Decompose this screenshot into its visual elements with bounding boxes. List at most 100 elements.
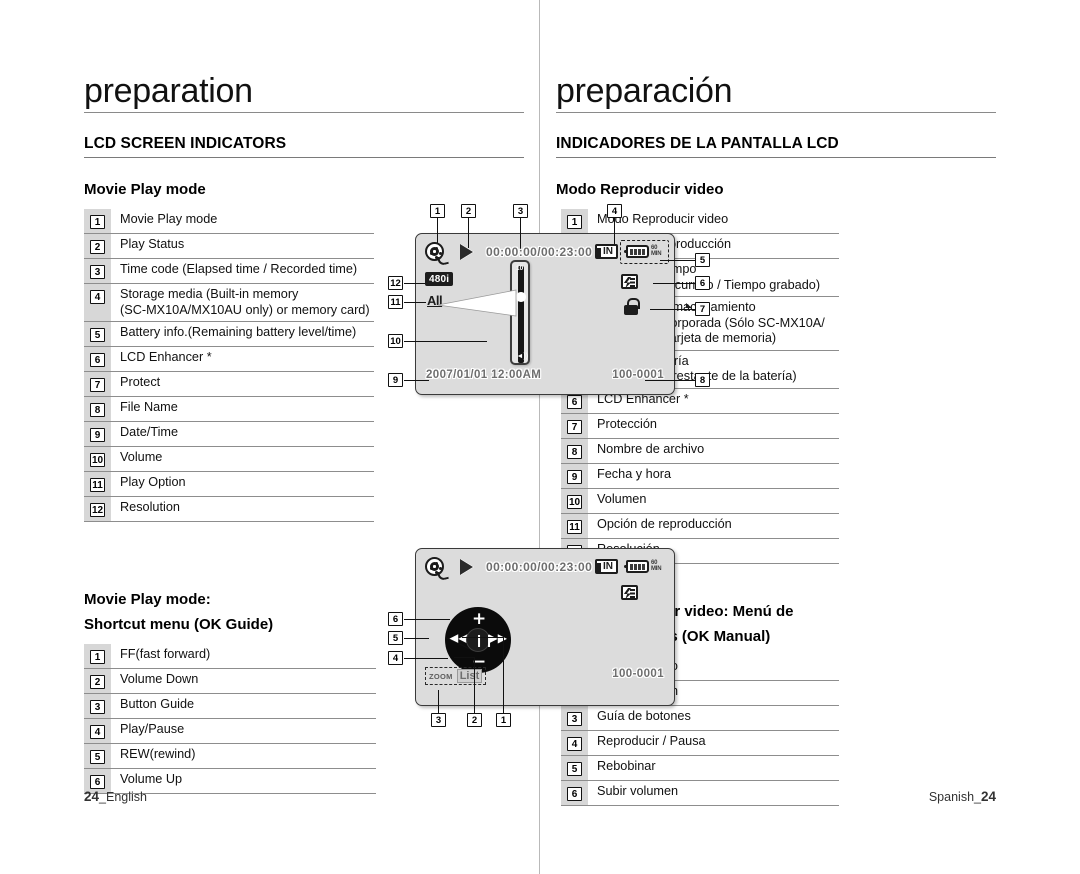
callout-badge-4: 4 [607,204,622,218]
indicator-es-number-badge: 1 [567,215,582,229]
shortcut-en-row: 5 REW(rewind) [84,743,376,769]
lcd-screen-shortcut-menu: 00:00:00/00:23:00 IN 60MIN + − ◀◀ ▶▶ ❙❙ … [415,548,675,706]
indicator-en-row: 5 Battery info.(Remaining battery level/t… [84,321,374,347]
shortcut-en-row: 4 Play/Pause [84,718,376,744]
shortcut-en-label: Volume Down [111,668,376,694]
shortcut-es-number-cell: 5 [561,755,588,781]
shortcut-en-row: 1 FF(fast forward) [84,644,376,669]
indicator-en-number-badge: 8 [90,403,105,417]
battery-minutes-label-2: 60 MIN [651,560,662,572]
manual-page: preparation LCD SCREEN INDICATORS Movie … [0,0,1080,874]
indicator-en-label: Storage media (Built-in memory (SC-MX10A/… [111,283,374,322]
shortcut-es-row: 5 Rebobinar [561,755,839,781]
indicator-en-label: Protect [111,371,374,397]
shortcut-en-label: Volume Up [111,768,376,794]
footer-page-number-english: 24 [84,789,100,804]
shortcut-table-english: 1 FF(fast forward) 2 Volume Down 3 Button Gui… [84,644,376,794]
volume-up-button[interactable]: + [472,611,486,628]
lcd-screen-play-mode: 00:00:00/00:23:00 IN 60MIN 480i All 10 [415,233,692,395]
indicator-en-number-badge: 2 [90,240,105,254]
page-title-spanish: preparación [556,72,733,110]
indicator-en-row: 9 Date/Time [84,421,374,447]
indicator-en-label: Date/Time [111,421,374,447]
indicator-es-number-badge: 11 [567,519,582,534]
indicator-es-row: 8 Nombre de archivo [561,438,839,464]
indicator-es-number-badge: 9 [567,469,582,484]
shortcut-en-label: FF(fast forward) [111,644,376,669]
shortcut-es-number-badge: 4 [567,736,582,751]
shortcut-control-pad[interactable]: + − ◀◀ ▶▶ ❙❙ [445,607,511,673]
indicator-es-label: Nombre de archivo [588,438,839,464]
indicator-en-number-cell: 12 [84,496,111,522]
indicator-en-row: 6 LCD Enhancer * [84,346,374,372]
indicator-es-row: 10 Volumen [561,488,839,514]
section-heading-spanish: INDICADORES DE LA PANTALLA LCD [556,135,839,152]
indicator-en-row: 3 Time code (Elapsed time / Recorded time… [84,258,374,284]
indicator-en-row: 11 Play Option [84,471,374,497]
indicator-en-number-badge: 11 [90,478,105,492]
indicator-en-number-cell: 9 [84,421,111,447]
file-name-text-2: 100-0001 [612,668,664,680]
indicator-en-label: LCD Enhancer * [111,346,374,372]
section-rule-english [84,157,524,158]
shortcut-en-label: Button Guide [111,693,376,719]
indicator-en-label: File Name [111,396,374,422]
indicator-es-number-badge: 7 [567,419,582,434]
indicator-es-number-cell: 1 [561,209,588,234]
sc-callout-badge-5: 5 [388,631,403,645]
indicator-en-row: 4 Storage media (Built-in memory (SC-MX10A… [84,283,374,322]
shortcut-es-label: Guía de botones [588,705,839,731]
indicator-en-number-badge: 5 [90,328,105,342]
zoom-label: ZOOM [429,671,453,681]
indicator-en-label: Movie Play mode [111,209,374,234]
indicator-es-row: 1 Modo Reproducir video [561,209,839,234]
shortcut-es-label: Reproducir / Pausa [588,730,839,756]
indicator-en-number-badge: 7 [90,378,105,392]
callout-badge-11: 11 [388,295,403,309]
indicator-en-number-cell: 3 [84,258,111,284]
callout-badge-12: 12 [388,276,403,290]
shortcut-en-label: Play/Pause [111,718,376,744]
shortcut-en-number-cell: 3 [84,693,111,719]
indicator-es-label: Fecha y hora [588,463,839,489]
callout-badge-2: 2 [461,204,476,218]
callout-badge-9: 9 [388,373,403,387]
film-reel-icon-2 [425,557,444,576]
indicator-en-label: Volume [111,446,374,472]
indicator-es-number-badge: 8 [567,444,582,459]
footer-english: 24_English [84,789,147,804]
sc-callout-line-1b [462,637,504,639]
indicator-es-number-cell: 11 [561,513,588,539]
storage-media-badge-2: IN [595,559,618,574]
indicator-en-label: Play Status [111,233,374,259]
sc-callout-line-6 [404,619,450,621]
indicator-table-english: 1 Movie Play mode 2 Play Status 3 Time code (… [84,209,374,522]
shortcut-es-number-badge: 5 [567,761,582,776]
title-rule-spanish [556,112,996,113]
indicator-en-row: 1 Movie Play mode [84,209,374,234]
indicator-en-number-cell: 5 [84,321,111,347]
indicator-en-number-cell: 8 [84,396,111,422]
shortcut-en-number-cell: 4 [84,718,111,744]
callout-badge-7: 7 [695,302,710,316]
battery-icon-2: 60 MIN [624,560,662,573]
shortcut-en-number-cell: 2 [84,668,111,694]
play-triangle-icon-2 [460,559,473,575]
page-title-english: preparation [84,72,253,110]
indicator-en-row: 2 Play Status [84,233,374,259]
shortcut-es-row: 3 Guía de botones [561,705,839,731]
sc-callout-badge-1: 1 [496,713,511,727]
indicator-es-number-cell: 8 [561,438,588,464]
sc-callout-badge-4: 4 [388,651,403,665]
indicator-es-label: Opción de reproducción [588,513,839,539]
sc-callout-badge-6: 6 [388,612,403,626]
indicator-en-number-badge: 12 [89,503,106,517]
list-label: List [456,669,483,683]
indicator-en-number-cell: 6 [84,346,111,372]
callout-badge-5: 5 [695,253,710,267]
lcd-enhancer-icon-2 [621,585,638,600]
callout-badge-6: 6 [695,276,710,290]
button-guide[interactable]: ZOOM List [425,667,487,685]
footer-spanish: Spanish_24 [556,789,996,804]
indicator-en-row: 10 Volume [84,446,374,472]
